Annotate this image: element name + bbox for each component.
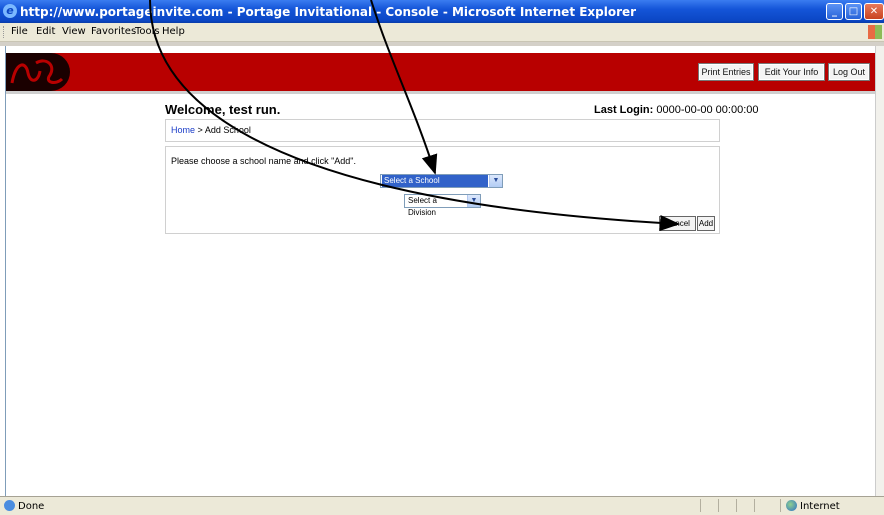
menu-help[interactable]: Help (162, 26, 185, 37)
breadcrumb: Home > Add School (171, 125, 251, 135)
window-titlebar[interactable]: e http://www.portageinvite.com - Portage… (0, 0, 884, 23)
menu-tools[interactable]: Tools (135, 26, 160, 37)
status-divider (700, 499, 701, 512)
windows-logo-icon (868, 25, 882, 39)
ie-icon: e (3, 4, 17, 18)
menu-edit[interactable]: Edit (36, 26, 55, 37)
maximize-button[interactable]: □ (845, 3, 862, 20)
welcome-heading: Welcome, test run. (165, 102, 281, 117)
division-select[interactable]: Select a Division ▼ (404, 194, 481, 217)
status-divider (736, 499, 737, 512)
toolbar-grip[interactable] (3, 26, 7, 38)
add-button[interactable]: Add (697, 216, 715, 231)
site-header: Print Entries Edit Your Info Log Out (6, 53, 876, 93)
close-icon: ✕ (869, 6, 879, 17)
header-divider (6, 91, 876, 94)
breadcrumb-separator: > (197, 125, 203, 135)
globe-icon (786, 500, 797, 511)
cancel-button[interactable]: Cancel (659, 216, 696, 231)
breadcrumb-box: Home > Add School (165, 119, 720, 142)
minimize-button[interactable]: _ (826, 3, 843, 20)
close-button[interactable]: ✕ (864, 3, 884, 20)
ie-page-icon (4, 500, 15, 511)
vertical-scrollbar[interactable] (875, 46, 884, 496)
menu-view[interactable]: View (62, 26, 86, 37)
edit-your-info-button[interactable]: Edit Your Info (758, 63, 825, 81)
log-out-button[interactable]: Log Out (828, 63, 870, 81)
chevron-down-icon[interactable]: ▼ (489, 175, 502, 187)
last-login-value: 0000-00-00 00:00:00 (656, 104, 759, 116)
menu-file[interactable]: File (11, 26, 28, 37)
division-select-value: Select a Division (408, 196, 437, 217)
form-instructions: Please choose a school name and click "A… (171, 156, 356, 166)
print-entries-button[interactable]: Print Entries (698, 63, 754, 81)
breadcrumb-home-link[interactable]: Home (171, 125, 195, 135)
school-select[interactable]: Select a School ▼ (380, 174, 503, 188)
school-select-value: Select a School (382, 175, 488, 187)
breadcrumb-current: Add School (204, 125, 251, 135)
site-logo (6, 53, 70, 91)
menu-favorites[interactable]: Favorites (91, 26, 136, 37)
add-school-form: Please choose a school name and click "A… (165, 146, 720, 234)
last-login: Last Login: 0000-00-00 00:00:00 (594, 104, 759, 116)
status-divider (718, 499, 719, 512)
status-divider (754, 499, 755, 512)
menubar: File Edit View Favorites Tools Help (0, 23, 884, 42)
status-text: Done (18, 501, 45, 512)
window-title: http://www.portageinvite.com - Portage I… (20, 5, 637, 19)
security-zone: Internet (800, 501, 840, 512)
page-viewport: Print Entries Edit Your Info Log Out Wel… (5, 46, 876, 496)
status-divider (780, 499, 781, 512)
statusbar: Done Internet (0, 496, 884, 515)
last-login-label: Last Login: (594, 104, 654, 116)
maximize-icon: □ (848, 6, 859, 17)
minimize-icon: _ (832, 6, 837, 17)
chevron-down-icon[interactable]: ▼ (467, 195, 480, 207)
